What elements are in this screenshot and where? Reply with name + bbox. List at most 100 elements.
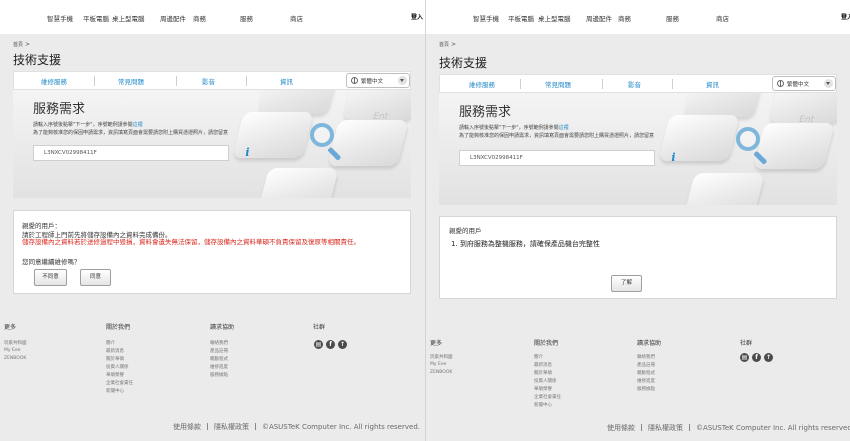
footer-link[interactable]: ZENBOOK <box>4 356 26 361</box>
footer-link[interactable]: 最新消息 <box>106 348 124 354</box>
tab-video[interactable]: 影音 <box>628 79 641 89</box>
nav-desktop[interactable]: 桌上型電腦 <box>538 13 571 23</box>
nav-desktop[interactable]: 桌上型電腦 <box>112 13 145 23</box>
nav-tablet[interactable]: 平板電腦 <box>83 13 109 23</box>
footer-link[interactable]: My Eee <box>430 362 446 367</box>
nav-tablet[interactable]: 平板電腦 <box>508 13 534 23</box>
nav-smartphone[interactable]: 智慧手機 <box>473 13 499 23</box>
breadcrumb-home[interactable]: 首頁 <box>13 42 23 48</box>
keyboard-key-image <box>257 168 339 198</box>
tab-divider <box>602 79 603 89</box>
footer-link[interactable]: 產品註冊 <box>637 362 655 368</box>
tab-video[interactable]: 影音 <box>202 76 215 86</box>
form-note: 為了能夠核准您的保固申請需求，資訊填寫頁面會需要請您附上購買憑證照片，請您留意 <box>459 133 655 139</box>
privacy-link[interactable]: 隱私權政策 <box>214 423 249 431</box>
understand-button[interactable]: 了解 <box>611 275 642 292</box>
footer-link[interactable]: 投資人關係 <box>534 378 557 384</box>
example-link[interactable]: 這裡 <box>559 125 569 131</box>
tab-info[interactable]: 資訊 <box>706 79 719 89</box>
privacy-link[interactable]: 隱私權政策 <box>648 424 683 432</box>
footer-link[interactable]: 企業社會責任 <box>534 394 561 400</box>
chevron-down-icon <box>824 79 833 88</box>
footer-link[interactable]: ZENBOOK <box>430 370 452 375</box>
nav-business[interactable]: 商務 <box>193 13 206 23</box>
language-select[interactable]: 繁體中文 <box>772 76 836 91</box>
nav-business[interactable]: 商務 <box>618 13 631 23</box>
rss-icon[interactable]: ↑ <box>338 340 347 349</box>
screenshot-root: 智慧手機 平板電腦 桌上型電腦 周邊配件 商務 服務 商店 登入 首頁 > 技術支… <box>0 0 850 441</box>
breadcrumb-home[interactable]: 首頁 <box>439 42 449 48</box>
login-link[interactable]: 登入 <box>411 12 423 21</box>
footer-link[interactable]: 驅動程式 <box>637 370 655 376</box>
footer-about-title: 關於我們 <box>534 340 559 347</box>
footer-link[interactable]: 最新消息 <box>534 362 552 368</box>
footer-link[interactable]: 服務據點 <box>637 386 655 392</box>
footer-link[interactable]: 維修進度 <box>637 378 655 384</box>
serial-number-input[interactable]: L3NXCV02998411F <box>459 150 655 166</box>
footer-link[interactable]: 關於華碩 <box>534 370 552 376</box>
footer-link[interactable]: 維修進度 <box>210 364 228 370</box>
blog-icon[interactable]: ▤ <box>314 340 323 349</box>
footer-link[interactable]: 驅動程式 <box>210 356 228 362</box>
footer-social-title: 社群 <box>313 324 326 331</box>
tab-divider <box>246 76 247 86</box>
nav-accessories[interactable]: 周邊配件 <box>160 13 186 23</box>
keyboard-key-image <box>683 93 765 117</box>
tab-info[interactable]: 資訊 <box>280 76 293 86</box>
footer-link[interactable]: 新聞中心 <box>534 402 552 408</box>
footer-link[interactable]: 華碩榮譽 <box>534 386 552 392</box>
facebook-icon[interactable]: f <box>752 353 761 362</box>
page-title: 技術支援 <box>13 53 62 67</box>
nav-accessories[interactable]: 周邊配件 <box>586 13 612 23</box>
footer-help-title: 讀求協助 <box>637 340 662 347</box>
footer: 更多 玩家共和國 My Eee ZENBOOK 關於我們 簡介 最新消息 關於華… <box>426 312 850 441</box>
footer-link[interactable]: 華碩榮譽 <box>106 372 124 378</box>
footer-link[interactable]: 產品註冊 <box>210 348 228 354</box>
nav-store[interactable]: 商店 <box>290 13 303 23</box>
language-label: 繁體中文 <box>361 79 384 85</box>
login-link[interactable]: 登入 <box>841 12 850 21</box>
footer-link[interactable]: 玩家共和國 <box>430 354 453 360</box>
form-title: 服務需求 <box>33 102 86 117</box>
footer-social-title: 社群 <box>740 340 753 347</box>
form-title: 服務需求 <box>459 105 512 120</box>
info-icon[interactable]: i <box>242 147 253 158</box>
footer-link[interactable]: 聯絡我們 <box>637 354 655 360</box>
notice-box: 親愛的用戶： 請於工程師上門前先將儲存設備內之資料完成備份。 儲存設備內之資料若… <box>13 210 411 294</box>
example-link[interactable]: 這裡 <box>133 122 143 128</box>
terms-link[interactable]: 使用條款 <box>173 423 201 431</box>
nav-service[interactable]: 服務 <box>666 13 679 23</box>
footer-link[interactable]: 企業社會責任 <box>106 380 133 386</box>
blog-icon[interactable]: ▤ <box>740 353 749 362</box>
breadcrumb: 首頁 > <box>439 41 456 48</box>
footer-link[interactable]: 關於華碩 <box>106 356 124 362</box>
footer-about-title: 關於我們 <box>106 324 131 331</box>
globe-icon <box>351 77 358 84</box>
footer-link[interactable]: My Eee <box>4 348 20 353</box>
left-panel: 智慧手機 平板電腦 桌上型電腦 周邊配件 商務 服務 商店 登入 首頁 > 技術支… <box>0 0 425 441</box>
rss-icon[interactable]: ↑ <box>764 353 773 362</box>
info-icon[interactable]: i <box>668 152 679 163</box>
terms-link[interactable]: 使用條款 <box>607 424 635 432</box>
agree-button[interactable]: 同意 <box>80 269 111 286</box>
footer-link[interactable]: 簡介 <box>534 354 543 360</box>
serial-number-input[interactable]: L3NXCV02998411F <box>33 145 229 161</box>
footer-link[interactable]: 聯絡我們 <box>210 340 228 346</box>
nav-service[interactable]: 服務 <box>240 13 253 23</box>
nav-store[interactable]: 商店 <box>716 13 729 23</box>
right-panel: 智慧手機 平板電腦 桌上型電腦 周邊配件 商務 服務 商店 登入 首頁> 技術支… <box>425 0 850 441</box>
tab-faq[interactable]: 常見問題 <box>118 76 144 86</box>
footer-link[interactable]: 投資人關係 <box>106 364 129 370</box>
footer-link[interactable]: 新聞中心 <box>106 388 124 394</box>
footer: 更多 玩家共和國 My Eee ZENBOOK 關於我們 簡介 最新消息 關於華… <box>0 306 425 441</box>
disagree-button[interactable]: 不同意 <box>34 269 67 286</box>
nav-smartphone[interactable]: 智慧手機 <box>47 13 73 23</box>
tab-repair[interactable]: 維修服務 <box>41 76 67 86</box>
footer-link[interactable]: 服務據點 <box>210 372 228 378</box>
tab-faq[interactable]: 常見問題 <box>545 79 571 89</box>
language-select[interactable]: 繁體中文 <box>346 73 410 88</box>
tab-repair[interactable]: 維修服務 <box>469 79 495 89</box>
footer-link[interactable]: 玩家共和國 <box>4 340 27 346</box>
facebook-icon[interactable]: f <box>326 340 335 349</box>
footer-link[interactable]: 簡介 <box>106 340 115 346</box>
